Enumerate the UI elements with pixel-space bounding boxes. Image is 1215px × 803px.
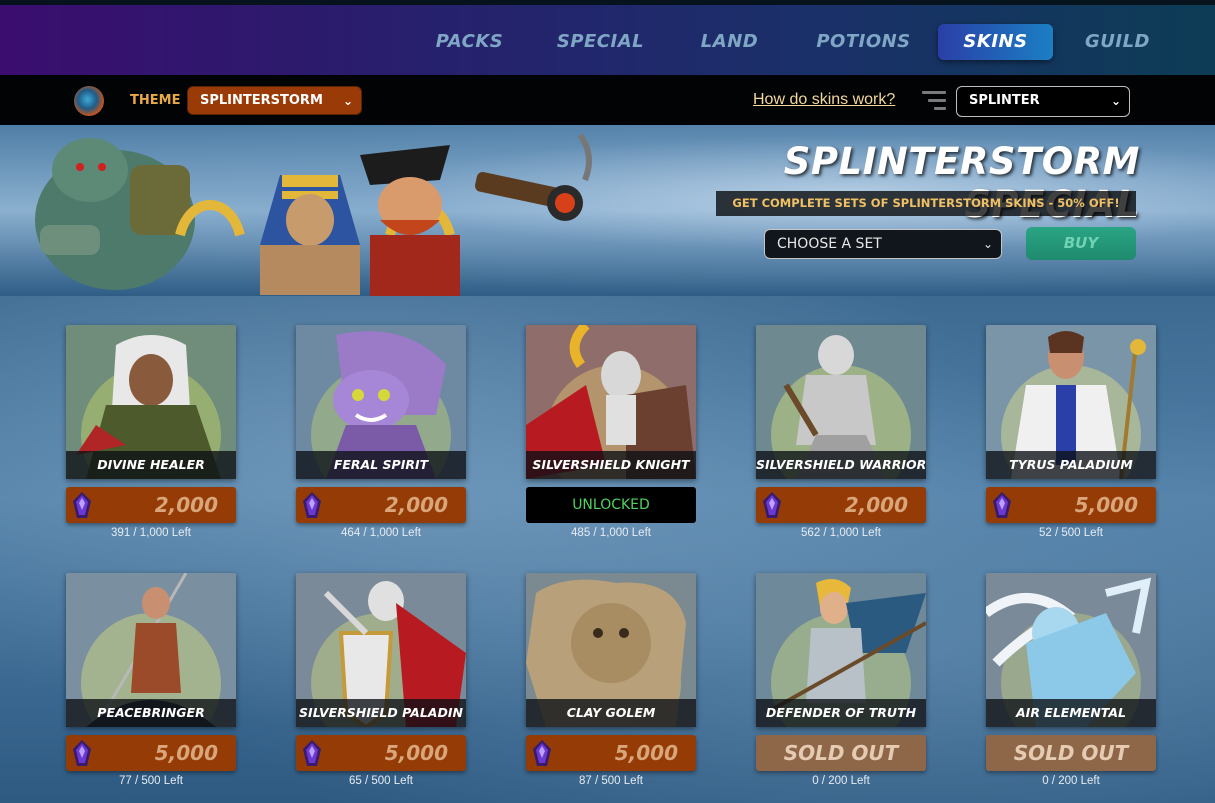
chevron-down-icon: ⌄ <box>1110 94 1121 108</box>
price-button[interactable]: 5,000 <box>986 487 1156 523</box>
nav-special[interactable]: SPECIAL <box>543 24 658 60</box>
price-value: 5,000 <box>154 741 218 765</box>
skin-name: CLAY GOLEM <box>526 699 696 727</box>
nav-guild[interactable]: GUILD <box>1060 24 1175 60</box>
remaining-count: 562 / 1,000 Left <box>801 527 881 539</box>
sold-out-status: SOLD OUT <box>756 735 926 771</box>
remaining-count: 65 / 500 Left <box>349 775 413 787</box>
gem-icon <box>73 492 91 518</box>
splinterstorm-logo-icon <box>74 86 104 116</box>
gem-icon <box>763 492 781 518</box>
splinter-select-value: SPLINTER <box>969 93 1040 108</box>
gem-icon <box>303 492 321 518</box>
price-value: 5,000 <box>384 741 448 765</box>
skin-name: DEFENDER OF TRUTH <box>756 699 926 727</box>
sold-out-status: SOLD OUT <box>986 735 1156 771</box>
remaining-count: 0 / 200 Left <box>1042 775 1100 787</box>
filter-icon[interactable] <box>922 89 948 113</box>
skin-name: AIR ELEMENTAL <box>986 699 1156 727</box>
price-value: 5,000 <box>614 741 678 765</box>
price-button[interactable]: 5,000 <box>526 735 696 771</box>
remaining-count: 391 / 1,000 Left <box>111 527 191 539</box>
price-button[interactable]: 5,000 <box>296 735 466 771</box>
splinter-select[interactable]: SPLINTER ⌄ <box>956 86 1130 117</box>
nav-skins[interactable]: SKINS <box>938 24 1053 60</box>
choose-set-value: CHOOSE A SET <box>777 236 882 252</box>
remaining-count: 87 / 500 Left <box>579 775 643 787</box>
remaining-count: 52 / 500 Left <box>1039 527 1103 539</box>
theme-label: THEME <box>130 93 181 108</box>
price-value: 2,000 <box>384 493 448 517</box>
skin-name: FERAL SPIRIT <box>296 451 466 479</box>
banner-subtitle: GET COMPLETE SETS OF SPLINTERSTORM SKINS… <box>716 191 1136 216</box>
gem-icon <box>303 740 321 766</box>
remaining-count: 0 / 200 Left <box>812 775 870 787</box>
nav-land[interactable]: LAND <box>672 24 787 60</box>
unlocked-status: UNLOCKED <box>526 487 696 523</box>
remaining-count: 464 / 1,000 Left <box>341 527 421 539</box>
nav-packs[interactable]: PACKS <box>412 24 527 60</box>
nav-potions[interactable]: POTIONS <box>806 24 921 60</box>
skin-name: TYRUS PALADIUM <box>986 451 1156 479</box>
how-skins-work-link[interactable]: How do skins work? <box>753 91 895 109</box>
chevron-down-icon: ⌄ <box>982 237 993 251</box>
theme-select-value: SPLINTERSTORM <box>200 93 323 108</box>
gem-icon <box>533 740 551 766</box>
theme-select[interactable]: SPLINTERSTORM ⌄ <box>187 86 362 115</box>
banner-characters-art <box>35 133 592 296</box>
skin-name: PEACEBRINGER <box>66 699 236 727</box>
skin-name: DIVINE HEALER <box>66 451 236 479</box>
skin-name: SILVERSHIELD PALADIN <box>296 699 466 727</box>
choose-set-select[interactable]: CHOOSE A SET ⌄ <box>764 229 1002 259</box>
buy-button[interactable]: BUY <box>1026 227 1136 260</box>
price-button[interactable]: 2,000 <box>756 487 926 523</box>
price-value: 2,000 <box>844 493 908 517</box>
skin-name: SILVERSHIELD WARRIOR <box>756 451 926 479</box>
top-nav: PACKS SPECIAL LAND POTIONS SKINS GUILD <box>0 0 1215 75</box>
price-button[interactable]: 2,000 <box>66 487 236 523</box>
gem-icon <box>73 740 91 766</box>
price-button[interactable]: 5,000 <box>66 735 236 771</box>
gem-icon <box>993 492 1011 518</box>
price-value: 5,000 <box>1074 493 1138 517</box>
skin-name: SILVERSHIELD KNIGHT <box>526 451 696 479</box>
remaining-count: 77 / 500 Left <box>119 775 183 787</box>
price-button[interactable]: 2,000 <box>296 487 466 523</box>
remaining-count: 485 / 1,000 Left <box>571 527 651 539</box>
chevron-down-icon: ⌄ <box>342 94 353 108</box>
price-value: 2,000 <box>154 493 218 517</box>
